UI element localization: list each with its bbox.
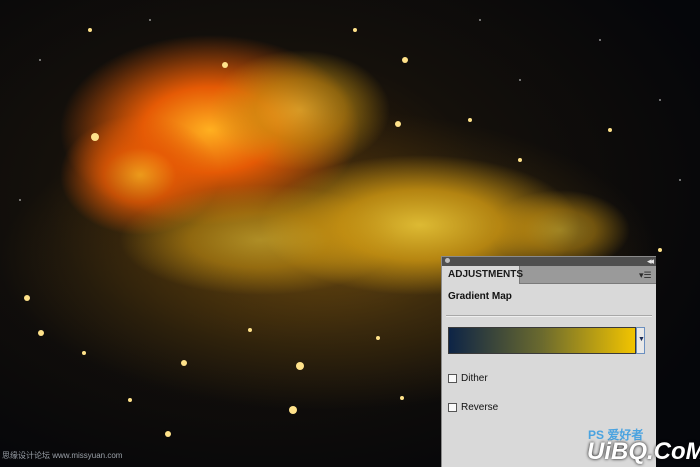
panel-menu-icon[interactable]: ▾☰ xyxy=(639,270,652,280)
gradient-preview[interactable] xyxy=(448,327,636,354)
dropdown-arrow-icon: ▼ xyxy=(638,336,645,343)
gradient-picker-button[interactable]: ▼ xyxy=(636,327,645,354)
adjustment-title: Gradient Map xyxy=(448,291,512,302)
reverse-checkbox[interactable] xyxy=(448,403,457,412)
dither-row[interactable]: Dither xyxy=(448,373,488,384)
panel-tab-row: ADJUSTMENTS ▾☰ xyxy=(442,266,656,284)
close-panel-icon[interactable] xyxy=(445,258,450,263)
dither-checkbox[interactable] xyxy=(448,374,457,383)
tab-adjustments[interactable]: ADJUSTMENTS xyxy=(442,266,523,284)
panel-title-bar[interactable]: ◂◂ xyxy=(442,256,656,266)
panel-divider xyxy=(446,315,652,317)
watermark-left: 思缘设计论坛 www.missyuan.com xyxy=(2,451,123,460)
photoshop-canvas: ◂◂ ADJUSTMENTS ▾☰ Gradient Map ▼ Dither … xyxy=(0,0,700,467)
collapse-icon[interactable]: ◂◂ xyxy=(647,256,654,266)
watermark-logo: UiBQ.CoM xyxy=(587,438,700,465)
reverse-label: Reverse xyxy=(461,402,499,413)
dither-label: Dither xyxy=(461,373,488,384)
reverse-row[interactable]: Reverse xyxy=(448,402,498,413)
